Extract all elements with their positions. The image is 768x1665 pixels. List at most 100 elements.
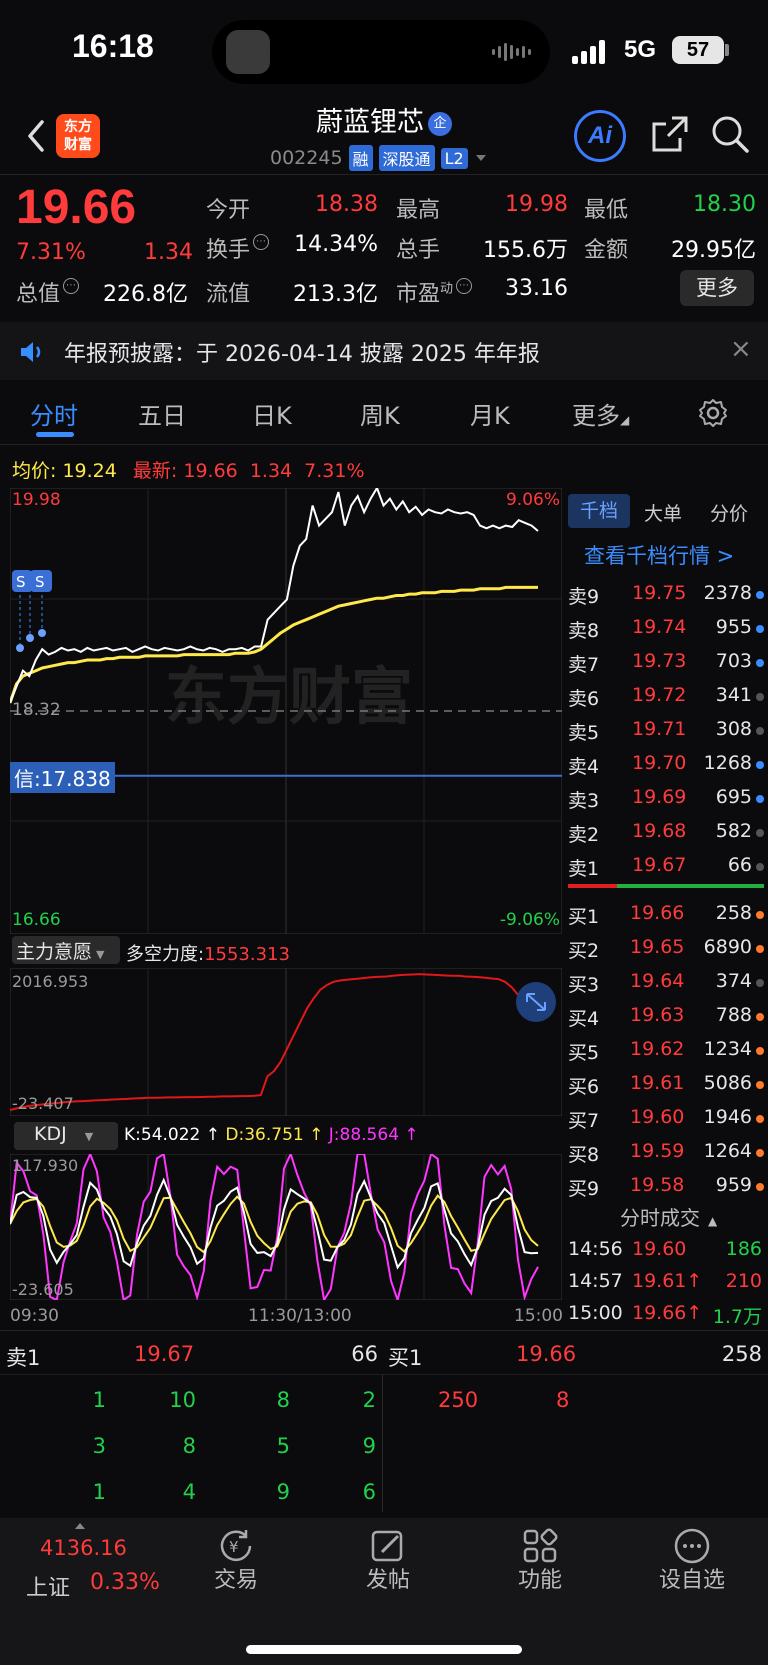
ask-level-label: 卖7 (568, 654, 600, 676)
tab-five-day[interactable]: 五日 (138, 396, 186, 431)
x-label-close: 15:00 (514, 1306, 563, 1326)
bid-row[interactable]: 买5 19.62 1234 (568, 1034, 768, 1068)
ask-row[interactable]: 卖4 19.70 1268 (568, 748, 768, 782)
trade-time: 14:56 (568, 1238, 623, 1260)
trade-row[interactable]: 14:56 19.60 186 (568, 1234, 768, 1268)
trade-price: 19.61↑ (632, 1270, 703, 1292)
ask-row[interactable]: 卖2 19.68 582 (568, 816, 768, 850)
nav-functions[interactable]: 功能 (480, 1562, 600, 1594)
ask-price: 19.75 (632, 582, 687, 604)
latest-value: 19.66 (183, 460, 238, 482)
y-top-pct-label: 9.06% (505, 490, 560, 510)
ai-assistant-button[interactable]: Ai (574, 110, 626, 162)
level-dot-icon (756, 625, 764, 633)
y-top-label: 19.98 (12, 490, 61, 510)
tab-weekly-k[interactable]: 周K (360, 396, 400, 431)
bid-row[interactable]: 买4 19.63 788 (568, 1000, 768, 1034)
intraday-price-chart[interactable]: 东方财富 S S (10, 488, 562, 934)
bid-row[interactable]: 买8 19.59 1264 (568, 1136, 768, 1170)
flow-y-top: 2016.953 (12, 972, 89, 991)
market-cap-value: 226.8亿 (103, 282, 188, 307)
bid-price: 19.59 (630, 1140, 685, 1162)
level-dot-icon (756, 795, 764, 803)
kdj-y-bottom: -23.605 (12, 1280, 74, 1299)
latest-label: 最新: (132, 460, 178, 482)
high-value: 19.98 (505, 192, 568, 217)
pe-value: 33.16 (505, 276, 568, 301)
bid-row[interactable]: 买1 19.66 258 (568, 898, 768, 932)
bid-row[interactable]: 买3 19.64 374 (568, 966, 768, 1000)
bid-level-label: 买3 (568, 974, 600, 996)
ask-row[interactable]: 卖6 19.72 341 (568, 680, 768, 714)
ask-row[interactable]: 卖8 19.74 955 (568, 612, 768, 646)
search-icon[interactable] (710, 114, 750, 154)
bid-row[interactable]: 买9 19.58 959 (568, 1170, 768, 1204)
trade-volume: 210 (725, 1270, 762, 1292)
post-icon[interactable] (368, 1526, 408, 1566)
kdj-dropdown[interactable]: KDJ ▼ (14, 1122, 118, 1150)
home-indicator (246, 1645, 522, 1654)
tab-daily-k[interactable]: 日K (252, 396, 292, 431)
ask-level-label: 卖4 (568, 756, 600, 778)
bid-price: 19.63 (630, 1004, 685, 1026)
close-icon[interactable]: × (730, 334, 752, 364)
level-dot-icon (756, 979, 764, 987)
svg-text:¥: ¥ (229, 1538, 239, 1556)
nav-trade[interactable]: 交易 (176, 1562, 296, 1594)
svg-text:S: S (35, 573, 45, 591)
flow-indicator-dropdown[interactable]: 主力意愿 ▼ (12, 936, 120, 964)
trade-icon[interactable]: ¥ (216, 1526, 256, 1566)
ask-volume: 1268 (703, 752, 752, 774)
ask-level-label: 卖9 (568, 586, 600, 608)
expand-chart-icon[interactable] (516, 982, 556, 1022)
tab-order-depth[interactable]: 千档 (568, 494, 630, 528)
ask-row[interactable]: 卖9 19.75 2378 (568, 578, 768, 612)
ask-price: 19.73 (632, 650, 687, 672)
chevron-down-icon[interactable] (474, 153, 488, 163)
index-pct[interactable]: 0.33% (90, 1570, 160, 1595)
view-depth-link[interactable]: 查看千档行情 > (584, 540, 734, 570)
y-bottom-pct-label: -9.06% (499, 910, 560, 930)
nav-add-watchlist[interactable]: 设自选 (632, 1562, 752, 1594)
bid-volume: 374 (715, 970, 752, 992)
info-icon[interactable]: ⋯ (253, 234, 270, 250)
index-value[interactable]: 4136.16 (40, 1536, 127, 1560)
main-force-chart[interactable] (10, 968, 562, 1116)
gear-icon[interactable] (698, 398, 728, 428)
stock-code-row[interactable]: 002245 融 深股通 L2 (270, 144, 488, 172)
ask-row[interactable]: 卖7 19.73 703 (568, 646, 768, 680)
ask-row[interactable]: 卖3 19.69 695 (568, 782, 768, 816)
share-icon[interactable] (650, 114, 690, 154)
info-icon[interactable]: ⋯ (63, 278, 80, 294)
index-name[interactable]: 上证 (26, 1570, 70, 1602)
tab-intraday[interactable]: 分时 (30, 396, 78, 431)
apps-icon[interactable] (520, 1526, 560, 1566)
ask-row[interactable]: 卖5 19.71 308 (568, 714, 768, 748)
ask-row[interactable]: 卖1 19.67 66 (568, 850, 768, 884)
signal-markers[interactable]: S S (12, 570, 52, 652)
level-dot-icon (756, 1047, 764, 1055)
trade-row[interactable]: 14:57 19.61↑ 210 (568, 1266, 768, 1300)
level-dot-icon (756, 1081, 764, 1089)
more-dots-icon[interactable] (672, 1526, 712, 1566)
ask-volume: 955 (715, 616, 752, 638)
low-value: 18.30 (693, 192, 756, 217)
tab-monthly-k[interactable]: 月K (470, 396, 510, 431)
more-button[interactable]: 更多 (680, 270, 754, 306)
stock-code: 002245 (270, 147, 343, 169)
tab-more[interactable]: 更多◢ (572, 396, 629, 431)
kdj-chart[interactable] (10, 1154, 562, 1300)
notice-text: 年报预披露：于 2026-04-14 披露 2025 年年报 (64, 342, 540, 367)
bid-row[interactable]: 买7 19.60 1946 (568, 1102, 768, 1136)
bid-row[interactable]: 买2 19.65 6890 (568, 932, 768, 966)
tab-price-dist[interactable]: 分价 (710, 499, 748, 526)
enterprise-badge-icon: 企 (428, 111, 452, 136)
bid-row[interactable]: 买6 19.61 5086 (568, 1068, 768, 1102)
trades-title[interactable]: 分时成交 ▲ (620, 1202, 717, 1231)
level-dot-icon (756, 591, 764, 599)
tab-big-orders[interactable]: 大单 (644, 499, 682, 526)
trade-row[interactable]: 15:00 19.66↑ 1.7万 (568, 1298, 768, 1332)
nav-post[interactable]: 发帖 (328, 1562, 448, 1594)
bid-level-label: 买1 (568, 906, 600, 928)
queued-ask-order: 1 (92, 1480, 106, 1504)
